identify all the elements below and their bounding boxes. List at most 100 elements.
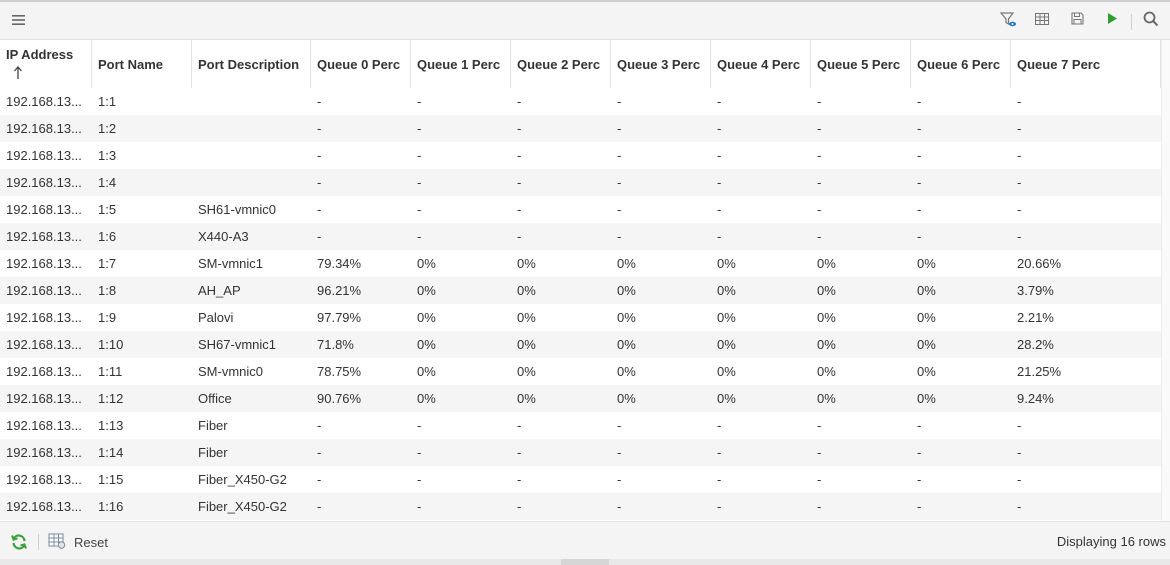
cell-queue-6: 0% <box>917 283 936 298</box>
reset-button[interactable]: Reset <box>48 532 108 552</box>
cell-queue-0: - <box>317 472 322 487</box>
column-header-label: Queue 4 Perc <box>717 56 801 72</box>
cell-queue-6: - <box>917 94 922 109</box>
table-row[interactable]: 192.168.13... 1:11 SM-vmnic0 78.75% 0% 0% 0% 0%… <box>0 358 1161 385</box>
cell-queue-4: 0% <box>717 337 736 352</box>
cell-queue-7: 28.2% <box>1017 337 1054 352</box>
column-header-queue-7[interactable]: Queue 7 Perc <box>1011 40 1161 88</box>
save-icon <box>1070 12 1084 28</box>
cell-queue-7: - <box>1017 202 1022 217</box>
table-row[interactable]: 192.168.13... 1:14 Fiber - - - - - - - - <box>0 439 1161 466</box>
cell-queue-4: 0% <box>717 364 736 379</box>
cell-queue-5: - <box>817 418 822 433</box>
column-header-label: Queue 3 Perc <box>617 56 701 72</box>
table-row[interactable]: 192.168.13... 1:9 Palovi 97.79% 0% 0% 0% 0% 0% 0%… <box>0 304 1161 331</box>
table-row[interactable]: 192.168.13... 1:6 X440-A3 - - - - - - - - <box>0 223 1161 250</box>
table-columns-icon <box>1035 12 1049 28</box>
cell-queue-0: - <box>317 175 322 190</box>
cell-port-name: 1:5 <box>98 202 117 217</box>
table-row[interactable]: 192.168.13... 1:5 SH61-vmnic0 - - - - - - - - <box>0 196 1161 223</box>
cell-queue-2: - <box>517 175 522 190</box>
cell-port-description: SM-vmnic1 <box>198 256 264 271</box>
cell-ip-address: 192.168.13... <box>6 175 82 190</box>
menu-button[interactable] <box>10 12 28 30</box>
cell-queue-3: 0% <box>617 364 636 379</box>
filter-view-button[interactable] <box>999 11 1017 29</box>
cell-queue-0: - <box>317 121 322 136</box>
column-header-ip-address[interactable]: IP Address <box>0 40 92 88</box>
cell-port-description: SH67-vmnic1 <box>198 337 277 352</box>
cell-queue-3: - <box>617 229 622 244</box>
column-header-queue-3[interactable]: Queue 3 Perc <box>611 40 711 88</box>
cell-queue-1: - <box>417 445 422 460</box>
table-row[interactable]: 192.168.13... 1:2 - - - - - - - - <box>0 115 1161 142</box>
cell-queue-1: 0% <box>417 310 436 325</box>
column-header-queue-2[interactable]: Queue 2 Perc <box>511 40 611 88</box>
column-header-port-description[interactable]: Port Description <box>192 40 311 88</box>
cell-ip-address: 192.168.13... <box>6 283 82 298</box>
column-header-queue-6[interactable]: Queue 6 Perc <box>911 40 1011 88</box>
table-row[interactable]: 192.168.13... 1:3 - - - - - - - - <box>0 142 1161 169</box>
cell-queue-4: 0% <box>717 283 736 298</box>
cell-port-name: 1:8 <box>98 283 117 298</box>
cell-queue-2: 0% <box>517 391 536 406</box>
table-row[interactable]: 192.168.13... 1:16 Fiber_X450-G2 - - - - - - - - <box>0 493 1161 520</box>
cell-queue-1: - <box>417 472 422 487</box>
hamburger-menu-icon <box>12 14 26 29</box>
cell-queue-1: 0% <box>417 283 436 298</box>
header-row: IP Address Port Name Port Description Qu… <box>0 40 1170 88</box>
search-button[interactable] <box>1142 11 1160 29</box>
reset-label: Reset <box>74 534 108 550</box>
cell-queue-6: - <box>917 175 922 190</box>
cell-queue-0: 90.76% <box>317 391 362 406</box>
cell-queue-0: - <box>317 229 322 244</box>
column-header-queue-1[interactable]: Queue 1 Perc <box>411 40 511 88</box>
cell-queue-1: 0% <box>417 391 436 406</box>
cell-queue-1: 0% <box>417 337 436 352</box>
column-header-label: Queue 1 Perc <box>417 56 501 72</box>
panel-splitter-handle[interactable] <box>561 559 609 565</box>
save-button[interactable] <box>1068 11 1086 29</box>
cell-queue-5: 0% <box>817 283 836 298</box>
cell-queue-7: - <box>1017 229 1022 244</box>
cell-queue-5: - <box>817 499 822 514</box>
table-row[interactable]: 192.168.13... 1:12 Office 90.76% 0% 0% 0% 0% 0% 0… <box>0 385 1161 412</box>
cell-ip-address: 192.168.13... <box>6 121 82 136</box>
table-row[interactable]: 192.168.13... 1:7 SM-vmnic1 79.34% 0% 0% 0% 0% 0… <box>0 250 1161 277</box>
cell-queue-2: 0% <box>517 310 536 325</box>
refresh-button[interactable] <box>10 533 28 551</box>
table-row[interactable]: 192.168.13... 1:4 - - - - - - - - <box>0 169 1161 196</box>
cell-queue-5: - <box>817 121 822 136</box>
columns-button[interactable] <box>1033 11 1051 29</box>
cell-queue-4: - <box>717 472 722 487</box>
cell-queue-5: - <box>817 175 822 190</box>
column-header-queue-0[interactable]: Queue 0 Perc <box>311 40 411 88</box>
cell-port-name: 1:12 <box>98 391 124 406</box>
column-header-queue-5[interactable]: Queue 5 Perc <box>811 40 911 88</box>
cell-queue-6: - <box>917 418 922 433</box>
cell-queue-3: - <box>617 499 622 514</box>
cell-queue-3: - <box>617 175 622 190</box>
column-header-port-name[interactable]: Port Name <box>92 40 192 88</box>
cell-queue-5: 0% <box>817 256 836 271</box>
cell-queue-3: - <box>617 202 622 217</box>
footer-divider <box>38 534 39 550</box>
cell-queue-5: 0% <box>817 310 836 325</box>
table-row[interactable]: 192.168.13... 1:8 AH_AP 96.21% 0% 0% 0% 0% 0% 0% 3… <box>0 277 1161 304</box>
cell-port-name: 1:11 <box>98 364 123 379</box>
table-row[interactable]: 192.168.13... 1:13 Fiber - - - - - - - - <box>0 412 1161 439</box>
cell-queue-6: 0% <box>917 364 936 379</box>
cell-queue-4: - <box>717 148 722 163</box>
vertical-scrollbar[interactable] <box>1161 40 1170 521</box>
run-button[interactable] <box>1103 11 1121 29</box>
refresh-icon <box>10 534 28 554</box>
cell-ip-address: 192.168.13... <box>6 472 82 487</box>
cell-port-description <box>192 142 311 169</box>
cell-port-name: 1:2 <box>98 121 117 136</box>
table-row[interactable]: 192.168.13... 1:10 SH67-vmnic1 71.8% 0% 0% 0% 0… <box>0 331 1161 358</box>
toolbar-divider <box>1131 14 1132 30</box>
table-row[interactable]: 192.168.13... 1:15 Fiber_X450-G2 - - - - - - - - <box>0 466 1161 493</box>
cell-queue-7: 21.25% <box>1017 364 1062 379</box>
table-row[interactable]: 192.168.13... 1:1 - - - - - - - - <box>0 88 1161 115</box>
column-header-queue-4[interactable]: Queue 4 Perc <box>711 40 811 88</box>
